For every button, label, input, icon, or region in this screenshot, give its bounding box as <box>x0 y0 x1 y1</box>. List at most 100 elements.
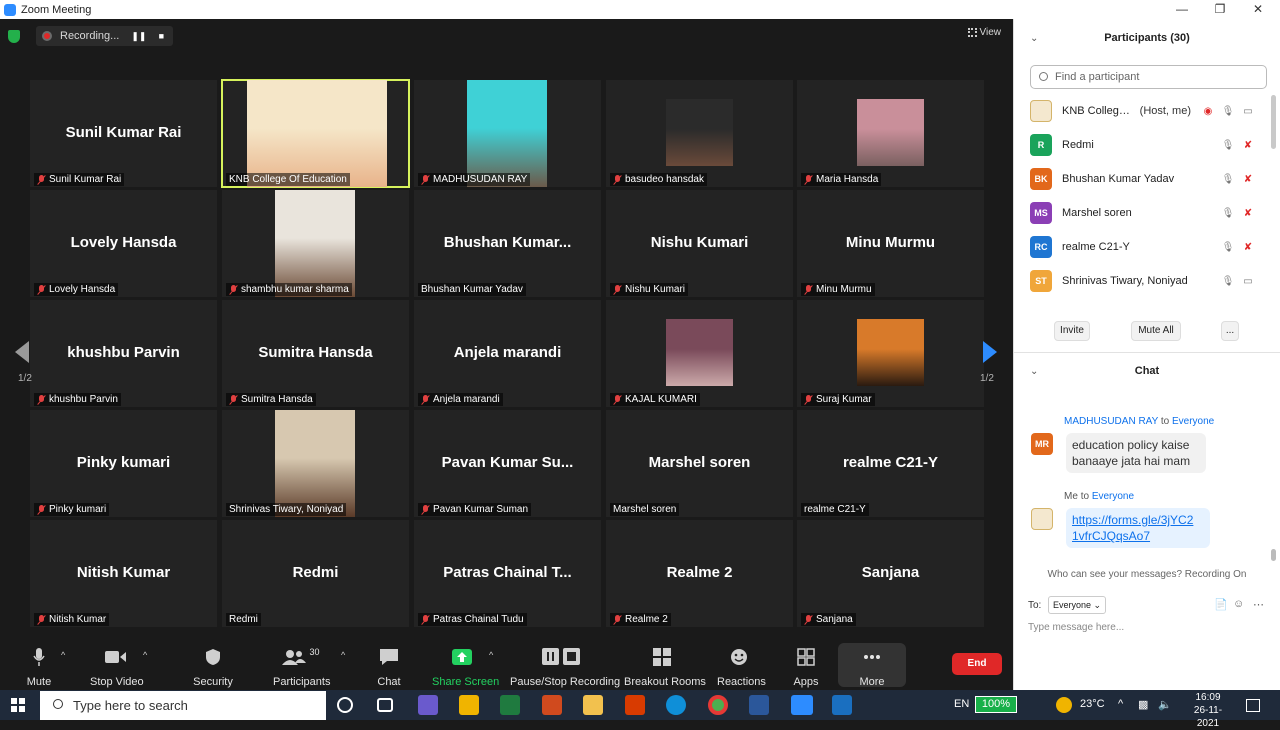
security-button[interactable]: Security <box>193 646 233 688</box>
pause-stop-recording-button[interactable]: Pause/Stop Recording <box>510 646 620 688</box>
who-can-see-link[interactable]: Who can see your messages? Recording On <box>1014 569 1280 580</box>
chat-link-bubble[interactable]: https://forms.gle/3jYC2 1vfrCJQqsAo7 <box>1066 508 1210 548</box>
maximize-icon[interactable]: ❐ <box>1200 0 1240 19</box>
recipient-select[interactable]: Everyone ⌄ <box>1048 596 1106 614</box>
taskbar-clock[interactable]: 16:09 26-11-2021 <box>1186 691 1230 730</box>
participant-tile[interactable]: Nitish Kumar Nitish Kumar <box>30 520 217 627</box>
participant-row[interactable]: BK Bhushan Kumar Yadav 🎙 ✘ <box>1030 167 1255 191</box>
participant-tile[interactable]: Pavan Kumar Su... Pavan Kumar Suman <box>414 410 601 517</box>
video-off-icon[interactable]: ✘ <box>1241 242 1255 253</box>
more-button[interactable]: More <box>850 646 894 688</box>
zoom-taskbar-icon[interactable] <box>791 695 813 715</box>
participant-tile[interactable]: realme C21-Y realme C21-Y <box>797 410 984 517</box>
participant-tile[interactable]: Anjela marandi Anjela marandi <box>414 300 601 407</box>
battery-indicator[interactable]: 100% <box>975 696 1017 713</box>
find-participant-input[interactable]: Find a participant <box>1030 65 1267 89</box>
participant-tile[interactable]: basudeo hansdak <box>606 80 793 187</box>
participant-tile[interactable]: Sanjana Sanjana <box>797 520 984 627</box>
close-icon[interactable]: ✕ <box>1238 0 1278 19</box>
windows-start-icon[interactable] <box>11 698 25 712</box>
participant-row[interactable]: KNB College Of E...(Host, me) ◉ 🎙 ▭ <box>1030 99 1255 123</box>
participant-row[interactable]: RC realme C21-Y 🎙 ✘ <box>1030 235 1255 259</box>
participant-tile[interactable]: Sunil Kumar Rai Sunil Kumar Rai <box>30 80 217 187</box>
edge-icon[interactable] <box>666 695 686 715</box>
video-on-icon[interactable]: ▭ <box>1241 106 1255 117</box>
participant-row[interactable]: MS Marshel soren 🎙 ✘ <box>1030 201 1255 225</box>
excel-icon[interactable] <box>500 695 520 715</box>
participant-tile[interactable]: Realme 2 Realme 2 <box>606 520 793 627</box>
participant-tile[interactable]: Pinky kumari Pinky kumari <box>30 410 217 517</box>
task-view-icon[interactable] <box>377 698 393 712</box>
participant-tile[interactable]: Suraj Kumar <box>797 300 984 407</box>
notifications-icon[interactable] <box>1246 699 1260 712</box>
chat-message-input[interactable]: Type message here... <box>1028 622 1124 633</box>
file-icon[interactable]: 📄 <box>1214 598 1228 611</box>
mute-all-button[interactable]: Mute All <box>1131 321 1181 341</box>
word-icon[interactable] <box>749 695 769 715</box>
mic-icon[interactable]: 🎙 <box>1221 106 1235 117</box>
pdf-icon[interactable] <box>542 695 562 715</box>
participant-tile[interactable]: MADHUSUDAN RAY <box>414 80 601 187</box>
audio-options-icon[interactable]: ^ <box>61 650 65 660</box>
participant-tile[interactable]: Nishu Kumari Nishu Kumari <box>606 190 793 297</box>
participants-more-button[interactable]: ... <box>1221 321 1239 341</box>
mic-icon[interactable]: 🎙 <box>1221 174 1235 185</box>
emoji-icon[interactable]: ☺ <box>1233 598 1244 610</box>
breakout-rooms-button[interactable]: Breakout Rooms <box>624 646 706 688</box>
chat-link-line[interactable]: 1vfrCJQqsAo7 <box>1072 528 1204 544</box>
participants-scrollbar[interactable] <box>1271 95 1276 149</box>
office-icon[interactable] <box>625 695 645 715</box>
participant-tile[interactable]: Maria Hansda <box>797 80 984 187</box>
apps-button[interactable]: Apps <box>789 646 823 688</box>
participants-button[interactable]: 30 Participants <box>273 646 330 688</box>
video-on-icon[interactable]: ▭ <box>1241 276 1255 287</box>
participant-tile[interactable]: Minu Murmu Minu Murmu <box>797 190 984 297</box>
mic-icon[interactable]: 🎙 <box>1221 208 1235 219</box>
participant-tile[interactable]: KNB College Of Education <box>221 79 410 188</box>
next-page-icon[interactable] <box>983 341 997 363</box>
participant-tile[interactable]: Sumitra Hansda Sumitra Hansda <box>222 300 409 407</box>
mic-icon[interactable]: 🎙 <box>1221 276 1235 287</box>
taskbar-search-input[interactable]: Type here to search <box>40 691 326 720</box>
language-indicator[interactable]: EN <box>954 698 969 710</box>
participant-tile[interactable]: shambhu kumar sharma <box>222 190 409 297</box>
video-off-icon[interactable]: ✘ <box>1241 174 1255 185</box>
end-meeting-button[interactable]: End <box>952 653 1002 675</box>
share-options-icon[interactable]: ^ <box>489 650 493 660</box>
participant-row[interactable]: ST Shrinivas Tiwary, Noniyad 🎙 ▭ <box>1030 269 1255 293</box>
participant-tile[interactable]: Patras Chainal T... Patras Chainal Tudu <box>414 520 601 627</box>
network-icon[interactable]: ▩ <box>1138 698 1148 711</box>
app-icon[interactable] <box>832 695 852 715</box>
participant-tile[interactable]: Lovely Hansda Lovely Hansda <box>30 190 217 297</box>
stop-video-button[interactable]: Stop Video <box>90 646 144 688</box>
participant-row[interactable]: R Redmi 🎙 ✘ <box>1030 133 1255 157</box>
mute-button[interactable]: Mute <box>23 646 55 688</box>
chrome-icon[interactable] <box>708 695 728 715</box>
chat-more-icon[interactable]: ⋯ <box>1253 598 1264 611</box>
pause-recording-icon[interactable]: ❚❚ <box>131 31 146 42</box>
participant-tile[interactable]: KAJAL KUMARI <box>606 300 793 407</box>
previous-page-icon[interactable] <box>15 341 29 363</box>
view-button[interactable]: View <box>967 27 1001 38</box>
chat-button[interactable]: Chat <box>374 646 404 688</box>
reactions-button[interactable]: Reactions <box>717 646 766 688</box>
file-explorer-icon[interactable] <box>583 695 603 715</box>
participant-tile[interactable]: khushbu Parvin khushbu Parvin <box>30 300 217 407</box>
mic-icon[interactable]: 🎙 <box>1221 242 1235 253</box>
share-screen-button[interactable]: Share Screen <box>432 646 499 688</box>
chat-scrollbar[interactable] <box>1271 549 1276 561</box>
invite-button[interactable]: Invite <box>1054 321 1090 341</box>
temperature[interactable]: 23°C <box>1080 698 1105 710</box>
participant-tile[interactable]: Marshel soren Marshel soren <box>606 410 793 517</box>
participants-options-icon[interactable]: ^ <box>341 650 345 660</box>
tray-arrow-icon[interactable]: ^ <box>1118 698 1123 710</box>
mic-icon[interactable]: 🎙 <box>1221 140 1235 151</box>
participant-tile[interactable]: Shrinivas Tiwary, Noniyad <box>222 410 409 517</box>
app-icon[interactable] <box>418 695 438 715</box>
participant-tile[interactable]: Bhushan Kumar... Bhushan Kumar Yadav <box>414 190 601 297</box>
stop-recording-icon[interactable]: ■ <box>155 31 167 41</box>
participant-tile[interactable]: Redmi Redmi <box>222 520 409 627</box>
video-off-icon[interactable]: ✘ <box>1241 208 1255 219</box>
chat-link-line[interactable]: https://forms.gle/3jYC2 <box>1072 512 1204 528</box>
weather-icon[interactable] <box>1056 697 1072 713</box>
